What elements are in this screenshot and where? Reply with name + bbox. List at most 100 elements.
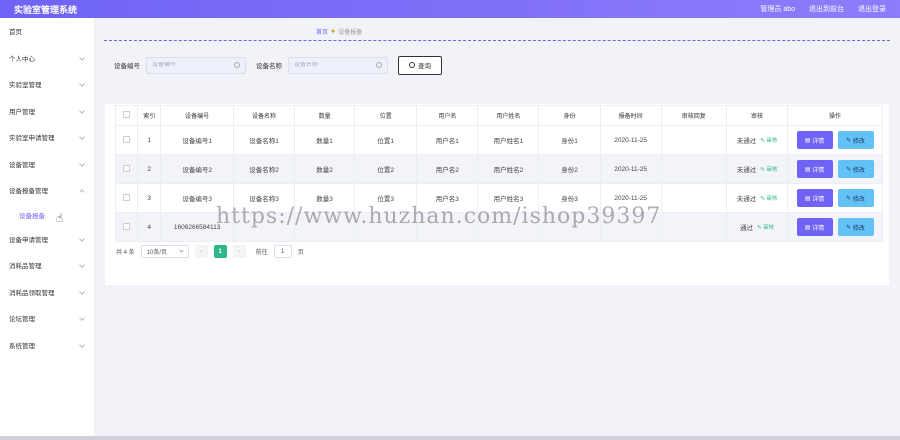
name-search-input[interactable] xyxy=(294,62,378,68)
row-checkbox-cell xyxy=(114,183,139,213)
chevron-down-icon xyxy=(79,81,85,88)
cell-identity xyxy=(538,212,601,242)
detail-button[interactable]: ▤ 详情 xyxy=(796,160,833,178)
table-row: 3 设备编号3 设备名称3 数量3 位置3 用户名3 用户姓名3 身份3 202… xyxy=(114,183,883,213)
col-header: 设备编号 xyxy=(160,105,234,126)
cell-location: 位置2 xyxy=(354,154,418,184)
row-checkbox[interactable] xyxy=(123,164,131,172)
sidebar-item-home[interactable]: 首页 xyxy=(0,18,94,45)
audit-link[interactable]: ✎ 审核 xyxy=(760,165,777,173)
query-button[interactable]: 查询 xyxy=(398,55,442,75)
cell-username xyxy=(416,212,479,242)
col-header: 用户姓名 xyxy=(477,105,540,126)
code-search-input[interactable] xyxy=(152,62,236,68)
cell-qty: 数量3 xyxy=(294,183,356,213)
name-label: 设备名称 xyxy=(256,63,282,70)
audit-link[interactable]: ✎ 审核 xyxy=(757,223,774,231)
row-checkbox[interactable] xyxy=(123,222,131,230)
code-label: 设备编号 xyxy=(114,63,140,70)
sidebar-item-lab-application[interactable]: 实验室申请管理 xyxy=(0,124,94,151)
detail-button[interactable]: ▤ 详情 xyxy=(796,189,833,207)
cell-identity: 身份1 xyxy=(538,125,601,155)
chevron-down-icon xyxy=(79,134,85,141)
sidebar-item-equipment-report[interactable]: 设备报备管理 xyxy=(0,177,94,204)
chevron-down-icon xyxy=(79,315,85,322)
cell-reply xyxy=(660,154,727,184)
sidebar-item-label: 首页 xyxy=(9,29,22,37)
cell-qty: 数量1 xyxy=(294,125,356,155)
audit-link[interactable]: ✎ 审核 xyxy=(760,136,777,144)
cell-status: 未通过 ✎ 审核 xyxy=(725,125,789,155)
sidebar-item-profile[interactable]: 个人中心 xyxy=(0,45,94,72)
sidebar-item-consumables[interactable]: 消耗品管理 xyxy=(0,252,94,279)
sidebar-item-equipment-application[interactable]: 设备申请管理 xyxy=(0,226,94,253)
header-checkbox-cell xyxy=(114,105,139,126)
sidebar-item-consumable-collection[interactable]: 消耗品领取管理 xyxy=(0,279,94,306)
main-content: 首页 ● 设备报备 设备编号 设备名称 查询 索引 xyxy=(94,18,900,440)
top-actions: 管理员 abo 退出到前台 退出登录 xyxy=(760,4,900,14)
status-text: 未通过 xyxy=(736,167,757,174)
page-number[interactable]: 1 xyxy=(213,245,227,258)
exit-to-frontend-link[interactable]: 退出到前台 xyxy=(809,4,844,14)
col-header: 位置 xyxy=(354,105,418,126)
edit-button[interactable]: ✎ 修改 xyxy=(837,189,874,207)
goto-page-input[interactable]: 1 xyxy=(273,245,292,258)
cell-code: 设备编号3 xyxy=(160,183,234,213)
breadcrumb-home[interactable]: 首页 xyxy=(316,27,328,36)
cell-username: 用户名2 xyxy=(416,154,479,184)
status-text: 通过 xyxy=(739,225,753,232)
select-all-checkbox[interactable] xyxy=(123,111,131,118)
edit-button-label: 修改 xyxy=(852,167,865,174)
prev-page-button[interactable]: ‹ xyxy=(194,245,208,258)
sidebar-item-label: 实验室管理 xyxy=(9,82,42,90)
cell-ops: ▤ 详情 ✎ 修改 xyxy=(787,154,883,184)
cell-index: 1 xyxy=(137,125,162,155)
cell-name: 设备名称1 xyxy=(232,125,296,155)
audit-link-label: 审核 xyxy=(766,196,778,202)
audit-link[interactable]: ✎ 审核 xyxy=(760,194,777,202)
row-checkbox-cell xyxy=(114,212,139,242)
sidebar-item-equipment[interactable]: 设备管理 xyxy=(0,151,94,178)
edit-button[interactable]: ✎ 修改 xyxy=(837,160,874,178)
cell-index: 3 xyxy=(137,183,162,213)
edit-button[interactable]: ✎ 修改 xyxy=(837,218,874,236)
cell-realname: 用户姓名1 xyxy=(477,125,540,155)
sidebar-item-system[interactable]: 系统管理 xyxy=(0,332,94,359)
cell-ops: ▤ 详情 ✎ 修改 xyxy=(787,125,883,155)
name-field-wrapper xyxy=(288,56,388,74)
next-page-button[interactable]: › xyxy=(232,245,246,258)
detail-button-label: 详情 xyxy=(812,167,825,174)
cell-realname: 用户姓名3 xyxy=(477,183,540,213)
pagination: 共 4 条 10条/页 ‹ 1 › 前往 1 页 xyxy=(116,245,304,258)
row-checkbox[interactable] xyxy=(123,193,131,201)
detail-button-label: 详情 xyxy=(812,196,825,203)
cell-time: 2020-11-25 xyxy=(599,183,662,213)
table-header-row: 索引 设备编号 设备名称 数量 位置 用户名 用户姓名 身份 报备时间 审核回复… xyxy=(114,105,883,126)
col-header: 身份 xyxy=(538,105,601,126)
edit-button[interactable]: ✎ 修改 xyxy=(837,131,874,149)
row-checkbox[interactable] xyxy=(123,135,131,143)
cell-location: 位置3 xyxy=(354,183,418,213)
sidebar-item-forum[interactable]: 论坛管理 xyxy=(0,305,94,332)
cell-username: 用户名1 xyxy=(416,125,479,155)
page-size-select[interactable]: 10条/页 xyxy=(140,245,189,258)
detail-button-label: 详情 xyxy=(812,225,825,232)
sidebar-item-label: 个人中心 xyxy=(9,55,35,63)
breadcrumb-current: 设备报备 xyxy=(338,30,363,36)
cell-reply xyxy=(660,125,727,155)
cell-code: 设备编号1 xyxy=(160,125,234,155)
chevron-down-icon xyxy=(79,341,85,348)
cell-username: 用户名3 xyxy=(416,183,479,213)
sidebar-subitem-equipment-report[interactable]: 设备报备 ☝ xyxy=(0,204,94,226)
detail-button[interactable]: ▤ 详情 xyxy=(796,131,833,149)
chevron-down-icon xyxy=(79,160,85,167)
cell-ops: ▤ 详情 ✎ 修改 xyxy=(787,183,883,213)
logout-link[interactable]: 退出登录 xyxy=(858,4,886,14)
cell-name: 设备名称2 xyxy=(232,154,296,184)
sidebar-item-user-management[interactable]: 用户管理 xyxy=(0,98,94,125)
sidebar-item-lab-management[interactable]: 实验室管理 xyxy=(0,71,94,98)
table-row: 4 1606266584113 通过 ✎ 审核 ▤ 详情 ✎ 修改 xyxy=(114,212,883,242)
detail-button[interactable]: ▤ 详情 xyxy=(796,218,833,236)
edit-button-label: 修改 xyxy=(852,225,865,232)
sidebar-item-label: 消耗品领取管理 xyxy=(9,289,55,297)
